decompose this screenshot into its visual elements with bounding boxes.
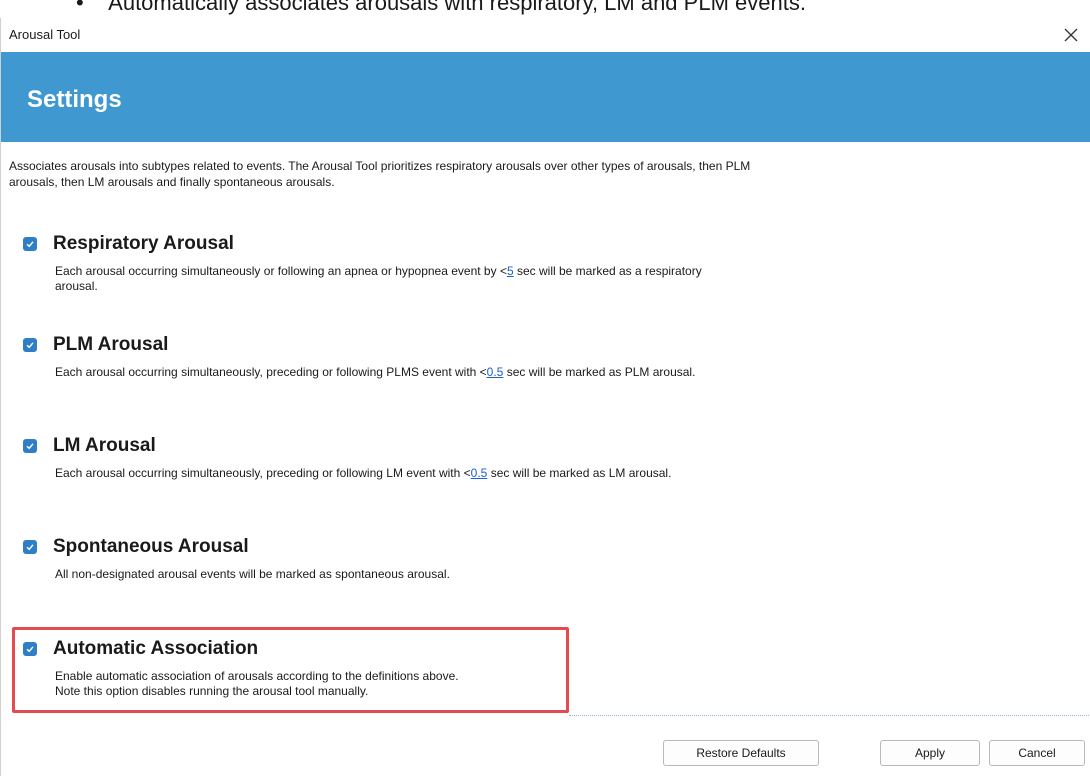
- lm-desc-text-end: sec will be marked as LM arousal.: [487, 466, 672, 480]
- banner-title: Settings: [27, 86, 122, 113]
- lm-arousal-checkbox[interactable]: [23, 439, 37, 453]
- cancel-button[interactable]: Cancel: [989, 740, 1085, 766]
- respiratory-desc-text: Each arousal occurring simultaneously or…: [55, 264, 507, 278]
- automatic-association-description: Enable automatic association of arousals…: [55, 669, 735, 699]
- arousal-tool-dialog: Arousal Tool Settings Associates arousal…: [0, 18, 1090, 776]
- automatic-association-desc-line2: Note this option disables running the ar…: [55, 684, 369, 698]
- footer-separator: [569, 715, 1089, 716]
- respiratory-arousal-description: Each arousal occurring simultaneously or…: [55, 264, 735, 294]
- settings-banner: Settings: [1, 52, 1090, 142]
- document-bullet-label: Automatically associates arousals with r…: [108, 0, 806, 15]
- plm-threshold-link[interactable]: 0.5: [487, 365, 504, 379]
- checkmark-icon: [26, 544, 34, 551]
- lm-threshold-link[interactable]: 0.5: [471, 466, 488, 480]
- checkmark-icon: [26, 646, 34, 653]
- plm-arousal-checkbox[interactable]: [23, 338, 37, 352]
- intro-text: Associates arousals into subtypes relate…: [9, 159, 751, 189]
- automatic-association-checkbox[interactable]: [23, 642, 37, 656]
- lm-arousal-title: LM Arousal: [53, 435, 156, 456]
- title-bar: Arousal Tool: [1, 18, 1090, 52]
- close-button[interactable]: [1055, 20, 1087, 50]
- plm-desc-text: Each arousal occurring simultaneously, p…: [55, 365, 487, 379]
- respiratory-arousal-checkbox[interactable]: [23, 237, 37, 251]
- spontaneous-arousal-title: Spontaneous Arousal: [53, 536, 249, 557]
- automatic-association-desc-line1: Enable automatic association of arousals…: [55, 669, 459, 683]
- plm-arousal-title: PLM Arousal: [53, 334, 169, 355]
- lm-desc-text: Each arousal occurring simultaneously, p…: [55, 466, 471, 480]
- spontaneous-arousal-description: All non-designated arousal events will b…: [55, 567, 450, 581]
- respiratory-threshold-link[interactable]: 5: [507, 264, 514, 278]
- spontaneous-arousal-checkbox[interactable]: [23, 540, 37, 554]
- plm-desc-text-end: sec will be marked as PLM arousal.: [503, 365, 696, 379]
- respiratory-arousal-title: Respiratory Arousal: [53, 233, 234, 254]
- checkmark-icon: [26, 241, 34, 248]
- checkmark-icon: [26, 342, 34, 349]
- restore-defaults-button[interactable]: Restore Defaults: [663, 740, 819, 766]
- lm-arousal-description: Each arousal occurring simultaneously, p…: [55, 466, 715, 481]
- document-bullet-text: • Automatically associates arousals with…: [76, 0, 806, 16]
- plm-arousal-description: Each arousal occurring simultaneously, p…: [55, 365, 745, 380]
- automatic-association-title: Automatic Association: [53, 638, 259, 659]
- window-title: Arousal Tool: [9, 27, 81, 42]
- apply-button[interactable]: Apply: [880, 740, 980, 766]
- document-background: • Automatically associates arousals with…: [0, 0, 1090, 18]
- close-icon: [1064, 28, 1078, 42]
- checkmark-icon: [26, 443, 34, 450]
